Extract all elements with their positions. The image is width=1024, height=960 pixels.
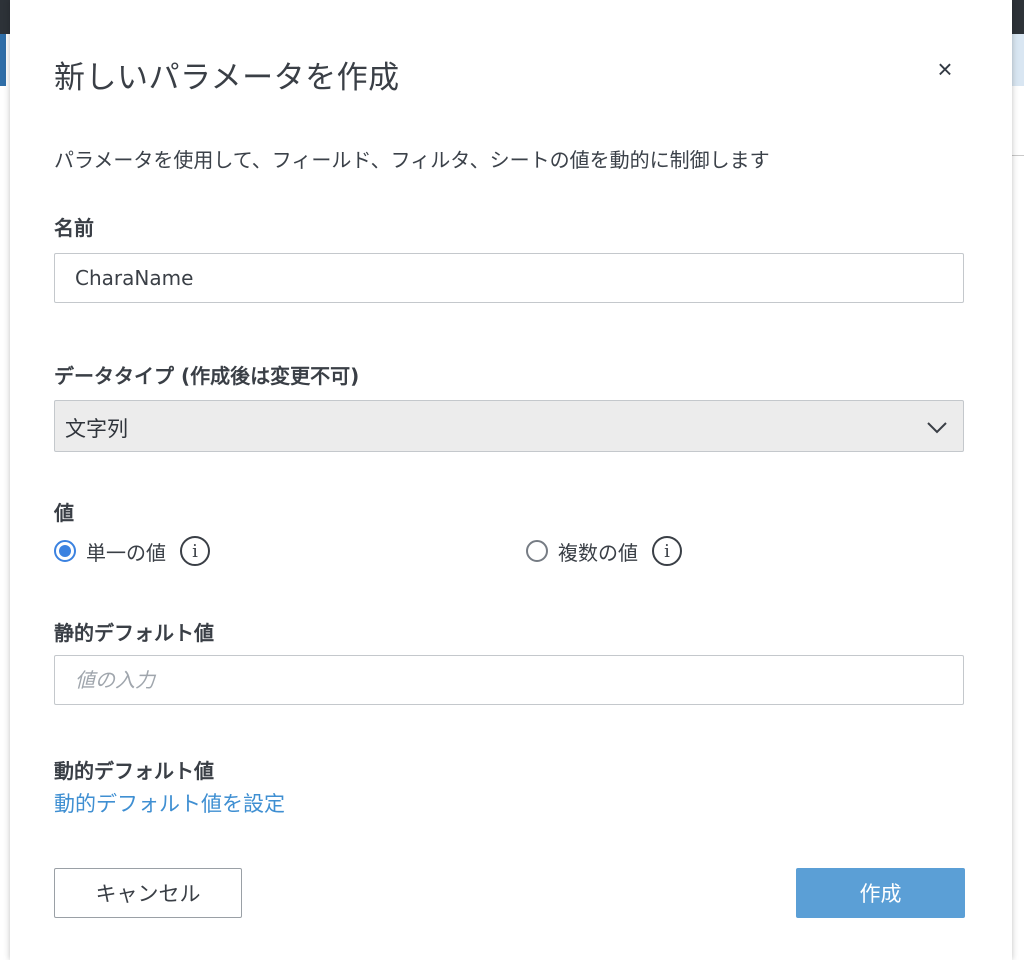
name-input[interactable] (54, 253, 964, 303)
value-label: 値 (54, 501, 74, 525)
background-accent-right (1012, 34, 1024, 86)
data-type-select[interactable]: 文字列 (54, 400, 964, 452)
background-header-left (0, 0, 10, 34)
create-parameter-dialog: 新しいパラメータを作成 × パラメータを使用して、フィールド、フィルタ、シートの… (10, 0, 1012, 960)
radio-multiple-values[interactable]: 複数の値 i (526, 536, 682, 566)
create-button[interactable]: 作成 (796, 868, 965, 918)
name-label: 名前 (54, 216, 94, 240)
radio-multiple-values-label: 複数の値 (558, 540, 638, 565)
radio-single-value[interactable]: 単一の値 i (54, 536, 210, 566)
dialog-title: 新しいパラメータを作成 (54, 60, 400, 96)
radio-button-checked[interactable] (54, 540, 76, 562)
background-app-left (0, 0, 10, 960)
background-accent-left (0, 34, 6, 86)
info-icon[interactable]: i (652, 536, 682, 566)
static-default-label: 静的デフォルト値 (54, 621, 214, 645)
dialog-description: パラメータを使用して、フィールド、フィルタ、シートの値を動的に制御します (54, 148, 770, 172)
radio-button-unchecked[interactable] (526, 540, 548, 562)
background-divider-right (1012, 155, 1024, 156)
data-type-label: データタイプ (作成後は変更不可) (54, 364, 360, 388)
background-app-right (1012, 0, 1024, 960)
cancel-button[interactable]: キャンセル (54, 868, 242, 918)
info-icon[interactable]: i (180, 536, 210, 566)
set-dynamic-default-link[interactable]: 動的デフォルト値を設定 (54, 788, 285, 818)
close-icon: × (937, 54, 953, 84)
close-button[interactable]: × (928, 52, 962, 86)
data-type-selected-value: 文字列 (65, 417, 128, 441)
background-header-right (1012, 0, 1024, 34)
chevron-down-icon (927, 422, 947, 434)
static-default-input[interactable] (54, 655, 964, 705)
dynamic-default-label: 動的デフォルト値 (54, 759, 214, 783)
radio-single-value-label: 単一の値 (86, 540, 166, 565)
